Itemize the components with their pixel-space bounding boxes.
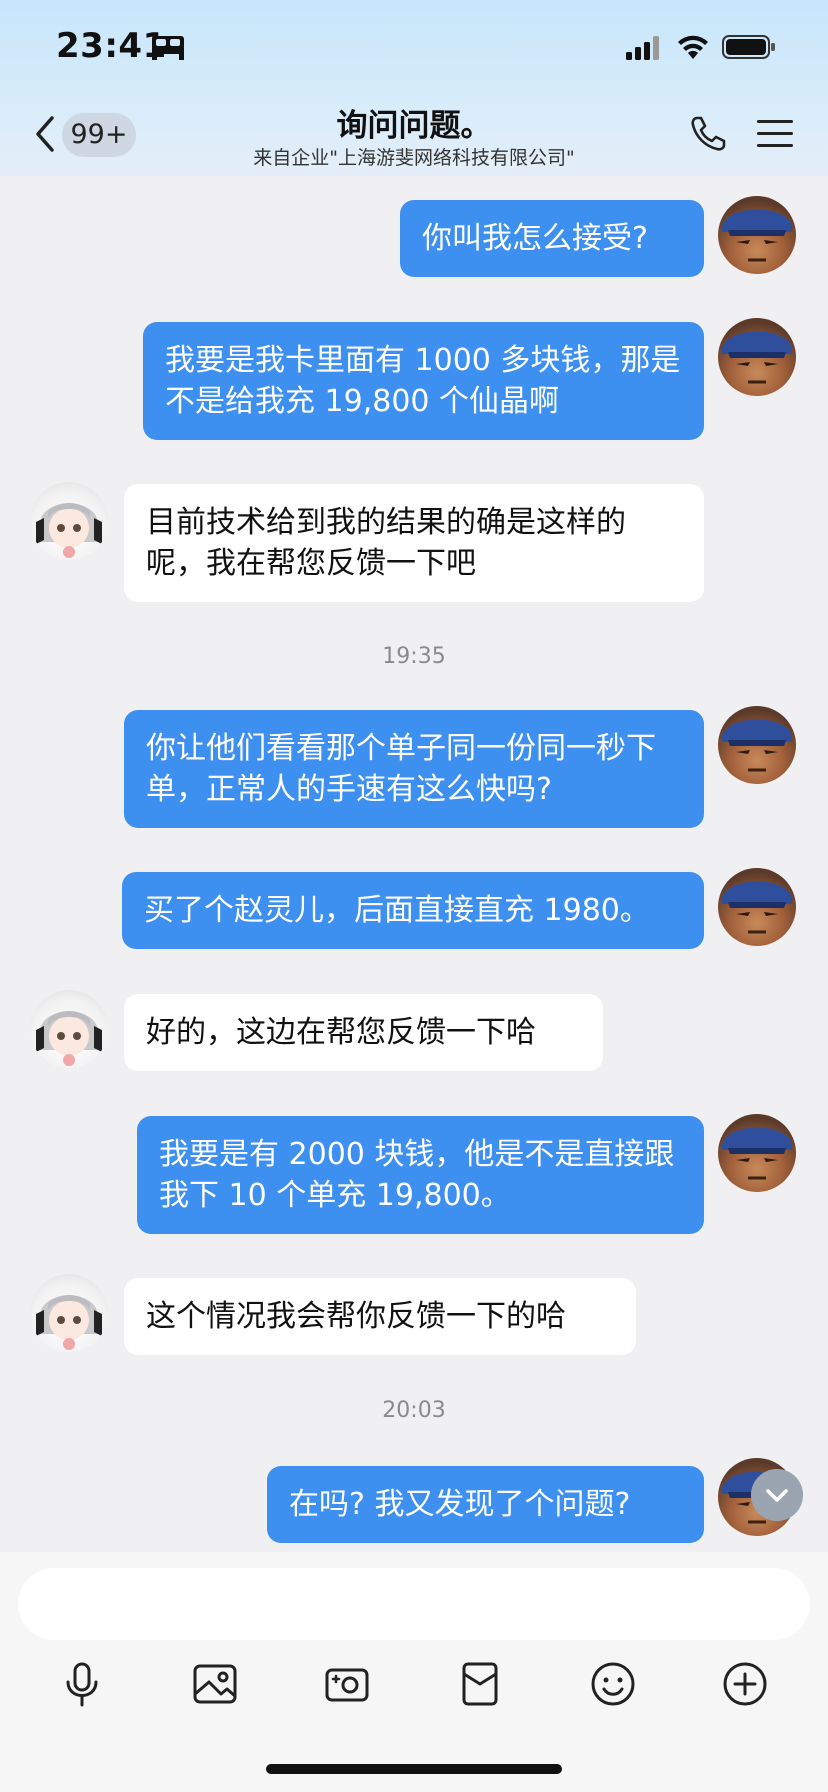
- menu-icon[interactable]: [756, 118, 794, 150]
- cellular-signal-icon: [626, 36, 659, 60]
- message-bubble-received[interactable]: 这个情况我会帮你反馈一下的哈: [124, 1278, 636, 1355]
- warrior-face-icon: [722, 331, 792, 384]
- warrior-face-icon: [722, 881, 792, 934]
- agent-avatar[interactable]: [30, 1274, 108, 1352]
- message-bubble-sent[interactable]: 你叫我怎么接受?: [400, 200, 704, 277]
- my-avatar[interactable]: [718, 1114, 796, 1192]
- agent-avatar[interactable]: [30, 482, 108, 560]
- plus-icon[interactable]: [721, 1660, 769, 1708]
- sleep-mode-icon: [152, 36, 184, 60]
- message-bubble-sent[interactable]: 我要是我卡里面有 1000 多块钱，那是不是给我充 19,800 个仙晶啊: [143, 322, 704, 440]
- red-packet-icon[interactable]: [456, 1660, 504, 1708]
- message-bubble-received[interactable]: 好的，这边在帮您反馈一下哈: [124, 994, 603, 1071]
- warrior-face-icon: [722, 209, 792, 262]
- message-list[interactable]: 你叫我怎么接受? 我要是我卡里面有 1000 多块钱，那是不是给我充 19,80…: [0, 176, 828, 1552]
- scroll-to-bottom-button[interactable]: [751, 1469, 803, 1521]
- anime-girl-avatar-icon: [36, 1295, 102, 1350]
- message-bubble-sent[interactable]: 买了个赵灵儿，后面直接直充 1980。: [122, 872, 704, 949]
- my-avatar[interactable]: [718, 706, 796, 784]
- agent-avatar[interactable]: [30, 990, 108, 1068]
- warrior-face-icon: [722, 1127, 792, 1180]
- battery-icon: [722, 35, 775, 59]
- my-avatar[interactable]: [718, 318, 796, 396]
- warrior-face-icon: [722, 719, 792, 772]
- my-avatar[interactable]: [718, 868, 796, 946]
- message-input[interactable]: [18, 1568, 810, 1640]
- home-indicator: [266, 1764, 562, 1774]
- message-bubble-sent[interactable]: 我要是有 2000 块钱，他是不是直接跟我下 10 个单充 19,800。: [137, 1116, 704, 1234]
- wifi-icon: [678, 35, 708, 59]
- phone-call-icon[interactable]: [688, 114, 728, 154]
- emoji-icon[interactable]: [589, 1660, 637, 1708]
- message-bubble-sent[interactable]: 你让他们看看那个单子同一份同一秒下单，正常人的手速有这么快吗?: [124, 710, 704, 828]
- anime-girl-avatar-icon: [36, 1011, 102, 1066]
- timestamp-divider: 20:03: [382, 1398, 446, 1423]
- microphone-icon[interactable]: [58, 1660, 106, 1708]
- timestamp-divider: 19:35: [382, 644, 446, 669]
- image-icon[interactable]: [191, 1660, 239, 1708]
- message-bubble-sent[interactable]: 在吗? 我又发现了个问题?: [267, 1466, 704, 1543]
- my-avatar[interactable]: [718, 196, 796, 274]
- anime-girl-avatar-icon: [36, 503, 102, 558]
- message-bubble-received[interactable]: 目前技术给到我的结果的确是这样的呢，我在帮您反馈一下吧: [124, 484, 704, 602]
- camera-icon[interactable]: [323, 1660, 371, 1708]
